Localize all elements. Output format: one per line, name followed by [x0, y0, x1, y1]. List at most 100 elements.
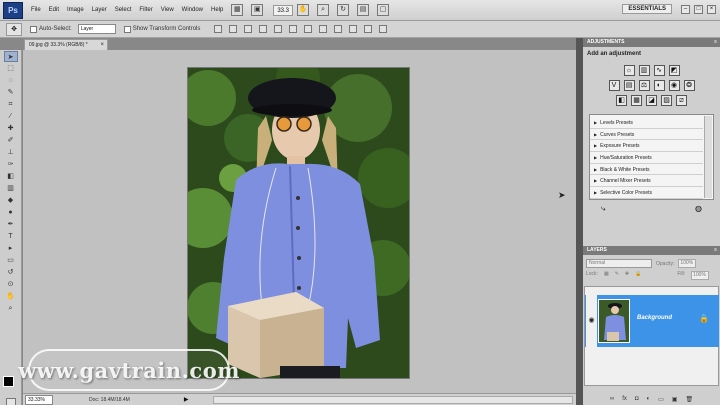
minimize-icon[interactable]: –: [681, 5, 690, 14]
canvas-area[interactable]: ➤: [23, 50, 576, 393]
zoom-tool-icon[interactable]: ⌕: [317, 4, 330, 16]
preset-channel-mixer[interactable]: Channel Mixer Presets: [590, 175, 703, 188]
align-bottom-icon[interactable]: [244, 25, 253, 33]
adjustments-panel-header[interactable]: ADJUSTMENTS ≡: [583, 38, 720, 47]
selective-color-icon[interactable]: ⧄: [676, 95, 687, 106]
clip-to-layer-icon[interactable]: ⤷: [601, 204, 605, 214]
lock-pixels-icon[interactable]: ✎: [615, 271, 619, 280]
presets-scrollbar[interactable]: [704, 116, 712, 198]
document-photo[interactable]: [188, 68, 409, 378]
distribute-top-icon[interactable]: [304, 25, 313, 33]
menu-file[interactable]: File: [27, 0, 45, 21]
preset-black-white[interactable]: Black & White Presets: [590, 164, 703, 176]
new-layer-icon[interactable]: ▣: [672, 396, 678, 403]
foreground-color-swatch[interactable]: [3, 376, 14, 387]
gradient-map-icon[interactable]: ▨: [661, 95, 672, 106]
screen-mode-icon[interactable]: ▢: [377, 4, 390, 16]
dodge-tool-icon[interactable]: ●: [4, 207, 18, 218]
menu-view[interactable]: View: [157, 0, 178, 21]
brightness-contrast-icon[interactable]: ☼: [623, 65, 635, 76]
exposure-icon[interactable]: ◩: [668, 65, 680, 76]
add-mask-icon[interactable]: ◘: [635, 396, 639, 403]
layer-style-icon[interactable]: fx: [622, 396, 627, 403]
layer-name[interactable]: Background: [637, 315, 672, 321]
move-tool-preset-icon[interactable]: ✥: [6, 22, 22, 36]
new-adjustment-icon[interactable]: ◍: [695, 204, 702, 214]
menu-help[interactable]: Help: [207, 0, 227, 21]
gradient-tool-icon[interactable]: ▥: [4, 183, 18, 194]
menu-image[interactable]: Image: [63, 0, 88, 21]
eraser-tool-icon[interactable]: ◧: [4, 171, 18, 182]
link-layers-icon[interactable]: ∞: [610, 396, 614, 403]
menu-window[interactable]: Window: [178, 0, 207, 21]
align-right-icon[interactable]: [289, 25, 298, 33]
show-transform-checkbox[interactable]: [123, 25, 131, 33]
close-icon[interactable]: ×: [707, 5, 716, 14]
menu-edit[interactable]: Edit: [45, 0, 63, 21]
document-tab[interactable]: 09.jpg @ 33.3% (RGB/8) * ×: [24, 39, 108, 50]
align-vcenter-icon[interactable]: [229, 25, 238, 33]
healing-brush-tool-icon[interactable]: ✚: [4, 123, 18, 134]
maximize-icon[interactable]: □: [694, 5, 703, 14]
visibility-eye-icon[interactable]: ◉: [586, 295, 597, 347]
mini-bridge-icon[interactable]: ▣: [251, 4, 264, 16]
align-top-icon[interactable]: [214, 25, 223, 33]
channel-mixer-icon[interactable]: ❂: [683, 80, 695, 91]
hand-tool-icon-toolbox[interactable]: ✋: [4, 291, 18, 302]
blur-tool-icon[interactable]: ◆: [4, 195, 18, 206]
new-group-icon[interactable]: ▭: [658, 396, 664, 403]
menu-select[interactable]: Select: [111, 0, 136, 21]
adjustment-layer-icon[interactable]: ◐: [646, 396, 650, 403]
eyedropper-tool-icon[interactable]: ⁄: [4, 111, 18, 122]
status-menu-arrow-icon[interactable]: ▶: [184, 396, 189, 403]
lock-all-icon[interactable]: 🔒: [635, 271, 641, 280]
clone-stamp-tool-icon[interactable]: ⊥: [4, 147, 18, 158]
arrange-documents-icon[interactable]: ▤: [357, 4, 370, 16]
preset-levels[interactable]: Levels Presets: [590, 117, 703, 129]
preset-exposure[interactable]: Exposure Presets: [590, 140, 703, 153]
quick-select-tool-icon[interactable]: ✎: [4, 87, 18, 98]
align-left-icon[interactable]: [259, 25, 268, 33]
photo-filter-icon[interactable]: ◉: [668, 80, 680, 91]
workspace-switcher[interactable]: ESSENTIALS: [622, 4, 672, 14]
zoom-level-select[interactable]: 33.3: [273, 4, 294, 16]
preset-hue-saturation[interactable]: Hue/Saturation Presets: [590, 152, 703, 164]
zoom-readout-field[interactable]: 33.33%: [25, 394, 53, 405]
layers-panel-header[interactable]: LAYERS ≡: [583, 246, 720, 255]
crop-tool-icon[interactable]: ⌗: [4, 99, 18, 110]
levels-icon[interactable]: ▥: [638, 65, 650, 76]
quick-mask-icon[interactable]: [6, 398, 16, 405]
layers-tab[interactable]: LAYERS: [587, 247, 607, 253]
lock-transparency-icon[interactable]: ▦: [604, 271, 609, 280]
black-white-icon[interactable]: ◐: [653, 80, 665, 91]
distribute-left-icon[interactable]: [349, 25, 358, 33]
posterize-icon[interactable]: ▦: [631, 95, 642, 106]
panel-divider[interactable]: [576, 38, 583, 405]
path-select-tool-icon[interactable]: ▸: [4, 243, 18, 254]
horizontal-scrollbar[interactable]: [213, 396, 573, 404]
menu-layer[interactable]: Layer: [88, 0, 111, 21]
layers-menu-icon[interactable]: ≡: [714, 246, 717, 255]
pen-tool-icon[interactable]: ✒: [4, 219, 18, 230]
layer-row-background[interactable]: ◉ Background 🔒: [585, 295, 719, 347]
menu-filter[interactable]: Filter: [135, 0, 156, 21]
3d-orbit-tool-icon[interactable]: ⊙: [4, 279, 18, 290]
color-balance-icon[interactable]: ⚖: [638, 80, 650, 91]
threshold-icon[interactable]: ◪: [646, 95, 657, 106]
distribute-hcenter-icon[interactable]: [364, 25, 373, 33]
vibrance-icon[interactable]: V: [608, 80, 620, 91]
distribute-bottom-icon[interactable]: [334, 25, 343, 33]
lock-position-icon[interactable]: ✥: [625, 271, 629, 280]
move-tool-icon[interactable]: ➤: [3, 51, 18, 62]
opacity-field[interactable]: 100%: [678, 259, 697, 268]
align-hcenter-icon[interactable]: [274, 25, 283, 33]
invert-icon[interactable]: ◧: [616, 95, 627, 106]
bridge-icon[interactable]: ▦: [231, 4, 244, 16]
distribute-vcenter-icon[interactable]: [319, 25, 328, 33]
rotate-view-icon[interactable]: ↻: [337, 4, 350, 16]
marquee-tool-icon[interactable]: ⬚: [4, 63, 18, 74]
panel-menu-icon[interactable]: ≡: [714, 38, 717, 47]
brush-tool-icon[interactable]: ✐: [4, 135, 18, 146]
hue-saturation-icon[interactable]: ▤: [623, 80, 635, 91]
distribute-right-icon[interactable]: [379, 25, 388, 33]
